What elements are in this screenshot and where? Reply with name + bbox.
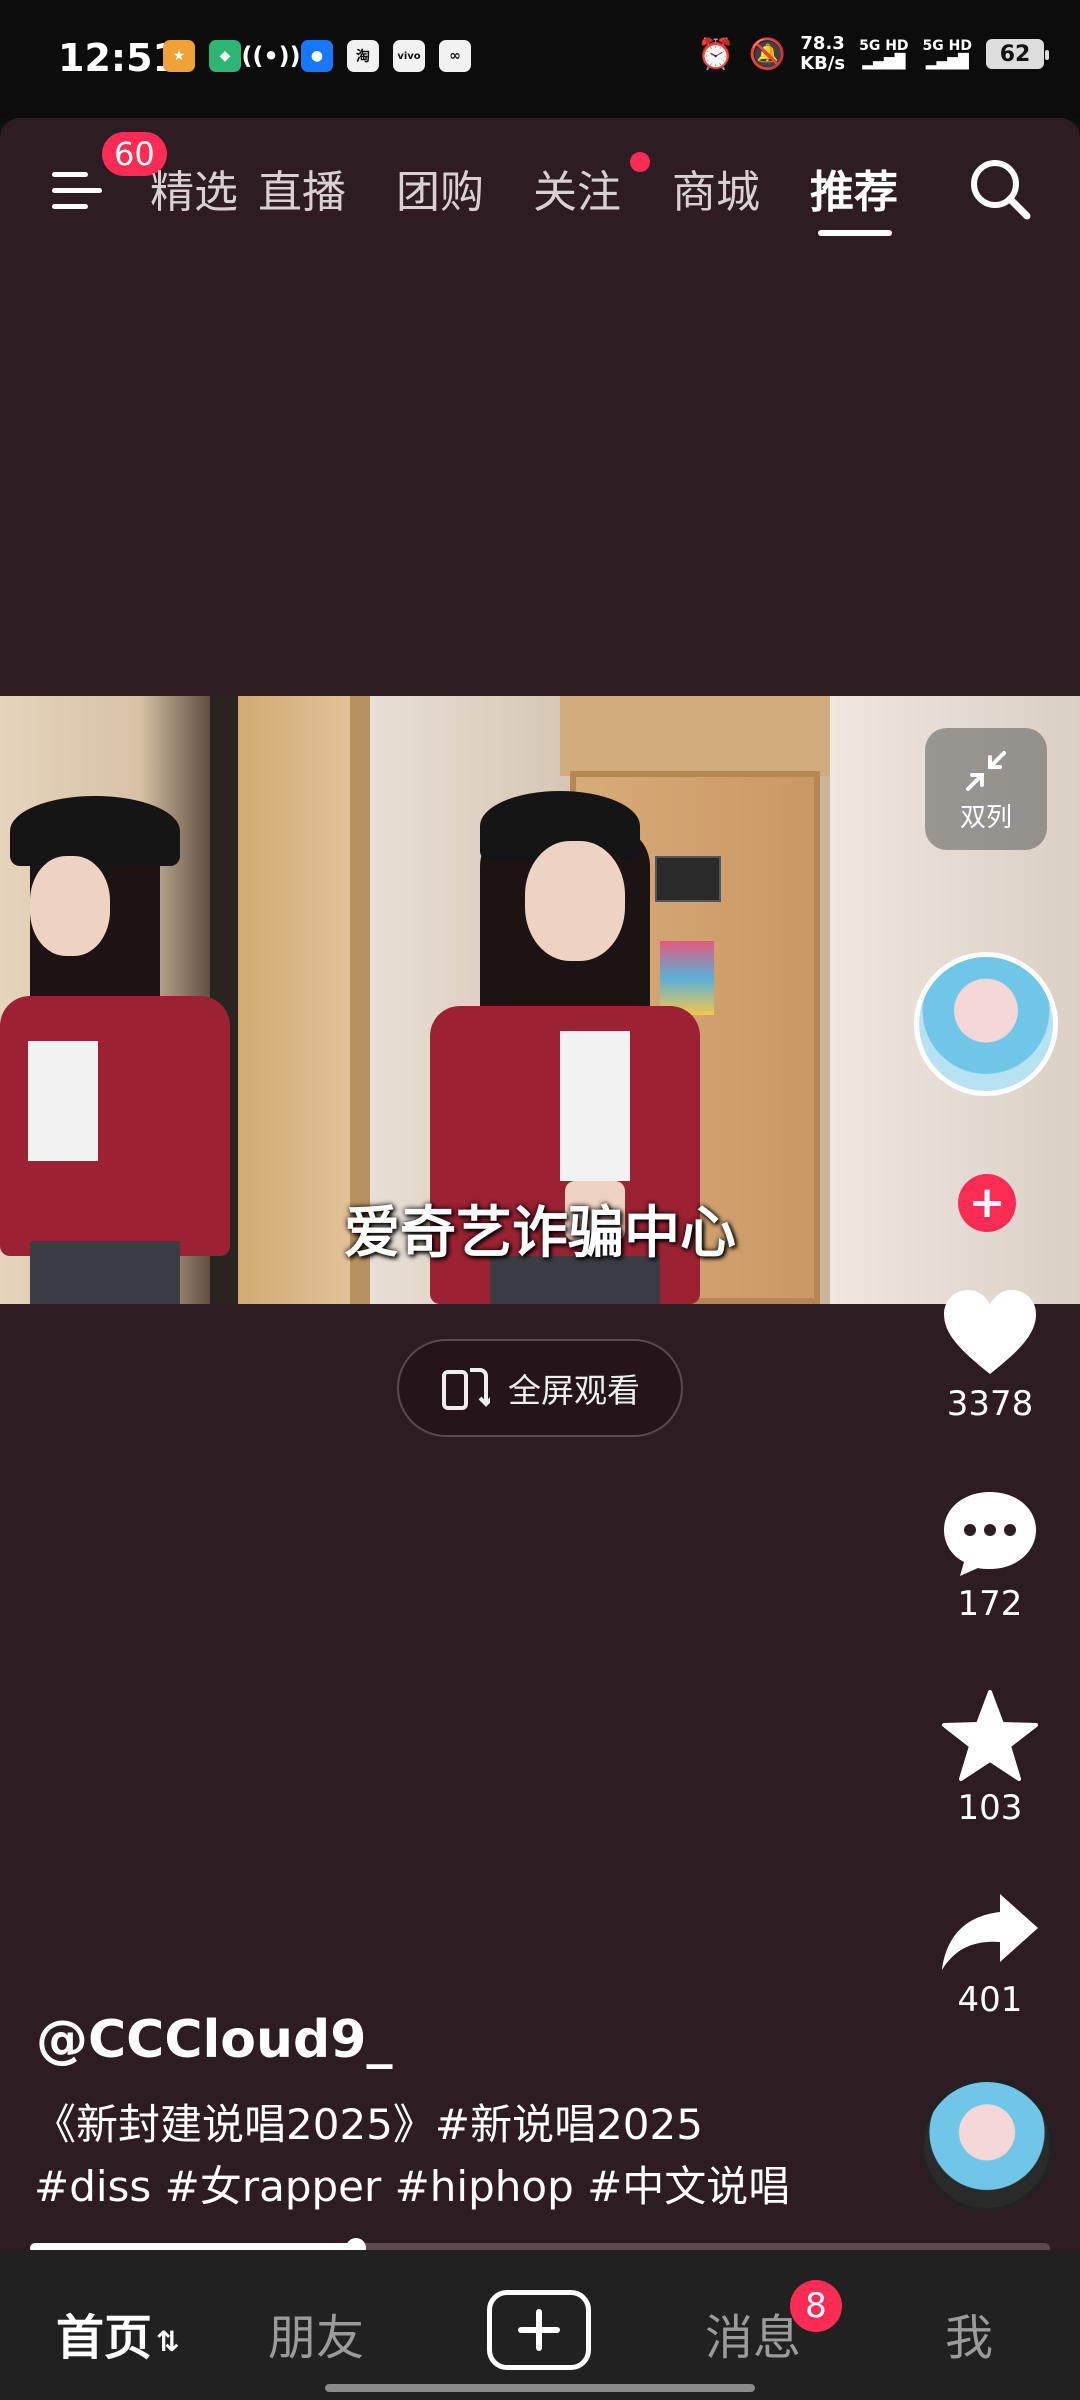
author-avatar[interactable] xyxy=(914,952,1058,1096)
status-time: 12:51 xyxy=(58,36,179,80)
author-username[interactable]: @CCCloud9_ xyxy=(36,2010,392,2070)
notification-icons: ★ ◆ ((•)) ● 淘 vivo ∞ xyxy=(163,40,471,72)
search-icon xyxy=(971,160,1031,220)
heart-icon xyxy=(944,1290,1036,1374)
tab-recommended[interactable]: 推荐 xyxy=(810,156,898,220)
taobao-icon: 淘 xyxy=(347,40,379,72)
rotate-phone-icon xyxy=(442,1368,490,1410)
tab-following[interactable]: 关注 xyxy=(533,156,621,220)
description-line: #diss #女rapper #hiphop #中文说唱 xyxy=(34,2162,791,2211)
share-count: 401 xyxy=(957,1980,1023,2020)
signal-sim1: 5G HD ▂▄▆█ xyxy=(859,38,909,70)
dual-column-label: 双列 xyxy=(959,802,1012,833)
network-speed: 78.3 KB/s xyxy=(800,33,846,74)
nav-home[interactable]: 首页 ⇅ xyxy=(56,2298,179,2368)
create-button[interactable] xyxy=(487,2290,591,2370)
dual-column-button[interactable]: 双列 xyxy=(925,728,1047,850)
status-indicators: ⏰ 🔕 78.3 KB/s 5G HD ▂▄▆█ 5G HD ▂▄▆█ 62 xyxy=(697,33,1049,74)
switch-arrows-icon: ⇅ xyxy=(156,2324,180,2358)
tab-group-buy[interactable]: 团购 xyxy=(396,156,484,220)
post-description[interactable]: 《新封建说唱2025》#新说唱2025 #diss #女rapper #hiph… xyxy=(34,2094,894,2218)
comment-count: 172 xyxy=(957,1584,1023,1624)
collapse-arrows-icon xyxy=(966,750,1006,791)
mute-icon: 🔕 xyxy=(748,36,787,72)
signal-sim2: 5G HD ▂▄▆█ xyxy=(922,38,972,70)
share-arrow-icon xyxy=(942,1894,1038,1970)
status-bar: 12:51 ★ ◆ ((•)) ● 淘 vivo ∞ ⏰ 🔕 78.3 KB/s… xyxy=(0,0,1080,118)
menu-button[interactable] xyxy=(52,168,108,216)
app-icon: ∞ xyxy=(439,40,471,72)
alarm-icon: ⏰ xyxy=(697,36,735,72)
search-button[interactable] xyxy=(965,154,1035,224)
plus-icon xyxy=(518,2309,560,2351)
home-indicator[interactable] xyxy=(325,2384,755,2392)
hotspot-icon: ((•)) xyxy=(241,42,301,70)
nav-me[interactable]: 我 xyxy=(945,2298,993,2368)
share-button[interactable]: 401 xyxy=(920,1890,1060,2020)
nav-messages[interactable]: 消息 xyxy=(705,2298,801,2368)
nav-friends[interactable]: 朋友 xyxy=(268,2298,364,2368)
fullscreen-button[interactable]: 全屏观看 xyxy=(397,1339,683,1437)
messages-badge: 8 xyxy=(790,2280,842,2332)
bottom-navigation: 首页 ⇅ 朋友 消息 8 我 xyxy=(0,2250,1080,2400)
tab-featured[interactable]: 精选 xyxy=(150,156,238,220)
following-notification-dot xyxy=(630,152,650,172)
app-icon: ◆ xyxy=(209,40,241,72)
favorite-button[interactable]: 103 xyxy=(920,1690,1060,1828)
follow-button[interactable]: + xyxy=(958,1174,1016,1232)
like-button[interactable]: 3378 xyxy=(920,1288,1060,1424)
music-disc[interactable] xyxy=(920,2078,1054,2212)
like-count: 3378 xyxy=(946,1384,1034,1424)
signal-bars-icon: ▂▄▆█ xyxy=(862,54,906,70)
tab-live[interactable]: 直播 xyxy=(258,156,346,220)
vivo-icon: vivo xyxy=(393,40,425,72)
video-subtitle: 爱奇艺诈骗中心 xyxy=(344,1200,736,1266)
description-line: 《新封建说唱2025》#新说唱2025 xyxy=(34,2100,703,2149)
app-icon: ● xyxy=(301,40,333,72)
fullscreen-label: 全屏观看 xyxy=(508,1371,640,1410)
comment-icon xyxy=(944,1492,1036,1576)
app-icon: ★ xyxy=(163,40,195,72)
favorite-count: 103 xyxy=(957,1788,1023,1828)
signal-bars-icon: ▂▄▆█ xyxy=(925,54,969,70)
comment-button[interactable]: 172 xyxy=(920,1488,1060,1624)
star-icon xyxy=(942,1690,1038,1781)
battery-indicator: 62 xyxy=(986,39,1049,69)
nav-home-label: 首页 xyxy=(56,2310,153,2366)
tab-mall[interactable]: 商城 xyxy=(672,156,760,220)
active-tab-indicator xyxy=(818,230,892,236)
